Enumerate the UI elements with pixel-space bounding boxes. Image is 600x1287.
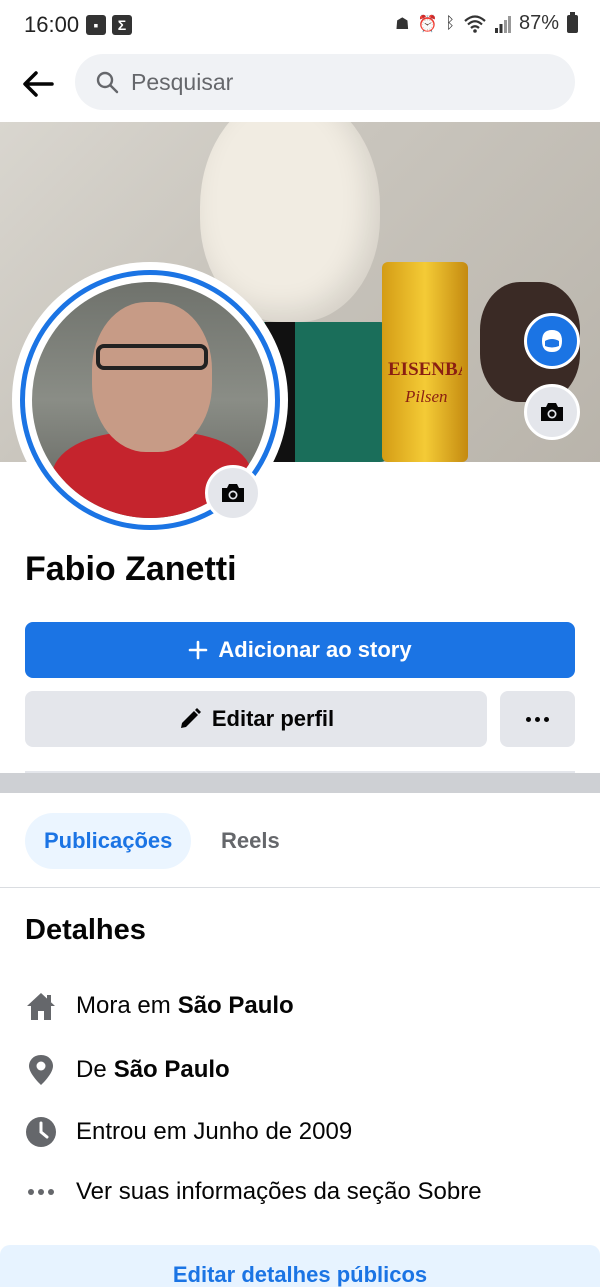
signal-icon	[494, 15, 511, 33]
search-box[interactable]	[75, 54, 575, 110]
bluetooth-icon: ᛒ	[445, 14, 455, 32]
photo-head	[92, 302, 212, 452]
profile-camera-button[interactable]	[205, 465, 261, 521]
detail-joined-text: Entrou em Junho de 2009	[76, 1118, 353, 1145]
tab-reels[interactable]: Reels	[221, 813, 280, 869]
more-dot	[535, 716, 540, 722]
arrow-left-icon	[23, 71, 54, 97]
can-sub: Pilsen	[405, 387, 448, 406]
status-bar: 16:00 ▪ Σ ☗ ⏰ ᛒ 87%	[0, 0, 600, 50]
detail-lives-in: Mora em São Paulo	[25, 986, 294, 1026]
detail-lives-in-place[interactable]: São Paulo	[178, 992, 294, 1020]
wifi-icon	[464, 14, 486, 33]
add-story-button[interactable]: Adicionar ao story	[25, 622, 575, 678]
camera-icon	[541, 403, 563, 421]
detail-from-place[interactable]: São Paulo	[114, 1056, 230, 1084]
avatar-button[interactable]	[524, 313, 580, 369]
detail-lives-in-prefix: Mora em	[76, 992, 171, 1019]
alarm-icon: ⏰	[417, 15, 438, 33]
cover-camera-button[interactable]	[524, 384, 580, 440]
edit-profile-button[interactable]: Editar perfil	[25, 691, 487, 747]
more-options-button[interactable]	[500, 691, 575, 747]
edit-profile-label: Editar perfil	[211, 706, 335, 731]
section-divider	[0, 773, 600, 793]
tab-publicacoes[interactable]: Publicações	[25, 813, 192, 869]
more-dots-icon	[526, 716, 531, 722]
image-icon: ▪	[86, 15, 106, 35]
battery-percent: 87%	[518, 12, 559, 34]
more-dots-icon	[25, 1176, 57, 1208]
system-icons: ☗ ⏰ ᛒ 87%	[395, 11, 578, 35]
home-icon	[25, 990, 57, 1022]
status-time: 16:00	[24, 12, 80, 37]
can-brand: EISENBAH	[388, 359, 462, 380]
search-header	[0, 54, 600, 112]
detail-from: De São Paulo	[25, 1050, 230, 1090]
notification-icons: ▪ Σ	[86, 15, 132, 35]
back-button[interactable]	[18, 64, 58, 104]
detail-from-prefix: De	[76, 1056, 107, 1083]
avatar-face-icon	[542, 330, 562, 352]
search-icon	[96, 71, 119, 94]
sigma-icon: Σ	[112, 15, 132, 35]
detail-about-text: Ver suas informações da seção Sobre	[76, 1178, 482, 1205]
plus-icon	[189, 640, 208, 660]
camera-icon	[222, 484, 244, 502]
pencil-icon	[180, 708, 201, 728]
tabs-divider	[0, 887, 600, 888]
search-input[interactable]	[131, 54, 551, 110]
robot-icon: ☗	[395, 15, 410, 33]
add-story-label: Adicionar ao story	[218, 637, 412, 662]
detail-joined: Entrou em Junho de 2009	[25, 1112, 352, 1152]
location-pin-icon	[25, 1054, 57, 1086]
battery-icon	[567, 11, 578, 33]
edit-public-details-button[interactable]: Editar detalhes públicos	[0, 1245, 600, 1287]
more-dot	[544, 716, 549, 722]
profile-name: Fabio Zanetti	[25, 550, 237, 588]
photo-glasses	[96, 344, 208, 370]
details-heading: Detalhes	[25, 914, 146, 946]
clock-icon	[25, 1116, 57, 1148]
detail-about-link[interactable]: Ver suas informações da seção Sobre	[25, 1172, 482, 1212]
